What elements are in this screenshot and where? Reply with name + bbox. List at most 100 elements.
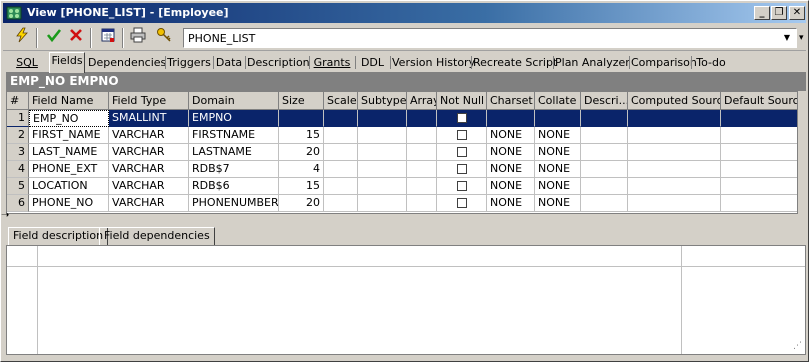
cell-field-type[interactable]: SMALLINT [109,110,189,127]
cell-default-source[interactable] [721,127,797,144]
tab-fields[interactable]: Fields [49,52,85,73]
cell-field-name[interactable]: LOCATION [29,178,109,195]
column-header-charset[interactable]: Charset [487,92,535,110]
cell-size[interactable]: 4 [279,161,324,178]
cell-field-type[interactable]: VARCHAR [109,195,189,212]
cell-field-name[interactable]: PHONE_EXT [29,161,109,178]
tab-sql[interactable]: SQL [9,54,45,72]
cell-domain[interactable]: PHONENUMBER [189,195,279,212]
cell-index[interactable]: 1 [7,110,29,127]
restore-button[interactable]: ❐ [771,6,787,20]
cell-computed-source[interactable] [628,195,721,212]
cell-array[interactable] [407,178,437,195]
cell-charset[interactable]: NONE [487,161,535,178]
cell-collate[interactable]: NONE [535,127,581,144]
title-bar[interactable]: View [PHONE_LIST] - [Employee] _ ❐ ✕ [3,3,806,23]
cell-domain[interactable]: EMPNO [189,110,279,127]
cell-collate[interactable] [535,110,581,127]
cell-collate[interactable]: NONE [535,178,581,195]
tab-description[interactable]: Description [246,54,310,72]
column-header-default-source[interactable]: Default Source [721,92,797,110]
cell-scale[interactable] [324,195,358,212]
not-null-checkbox[interactable] [457,113,467,123]
tab-version-history[interactable]: Version History [391,54,475,72]
column-header-collate[interactable]: Collate [535,92,581,110]
cell-subtype[interactable] [358,178,407,195]
splitter-handle[interactable]: ➝ [1,211,13,221]
cell-domain[interactable]: RDB$7 [189,161,279,178]
tab-dependencies[interactable]: Dependencies [87,54,166,72]
cell-field-type[interactable]: VARCHAR [109,127,189,144]
cell-field-name[interactable]: LAST_NAME [29,144,109,161]
toolbar-overflow-icon[interactable]: ▾ [799,33,804,43]
cell-computed-source[interactable] [628,178,721,195]
cell-computed-source[interactable] [628,144,721,161]
column-header-array[interactable]: Array [407,92,437,110]
tab-data[interactable]: Data [214,54,244,72]
cell-scale[interactable] [324,161,358,178]
cell-size[interactable]: 15 [279,127,324,144]
cell-scale[interactable] [324,178,358,195]
cell-not-null[interactable] [437,195,487,212]
cell-scale[interactable] [324,110,358,127]
cell-description[interactable] [581,110,628,127]
cell-field-type[interactable]: VARCHAR [109,178,189,195]
cell-description[interactable] [581,144,628,161]
tab-plan-analyzer[interactable]: Plan Analyzer [554,54,630,72]
field-description-editor[interactable]: ⋰ [6,245,806,355]
cell-default-source[interactable] [721,110,797,127]
cell-not-null[interactable] [437,144,487,161]
tab-field-description[interactable]: Field description [8,227,109,245]
cell-description[interactable] [581,127,628,144]
cell-subtype[interactable] [358,110,407,127]
column-header-index[interactable]: # [7,92,29,110]
cell-charset[interactable]: NONE [487,178,535,195]
cell-size[interactable]: 20 [279,144,324,161]
close-button[interactable]: ✕ [789,6,805,20]
cell-not-null[interactable] [437,110,487,127]
cell-computed-source[interactable] [628,161,721,178]
cell-collate[interactable]: NONE [535,195,581,212]
tab-grants[interactable]: Grants [310,54,354,72]
not-null-checkbox[interactable] [457,164,467,174]
cell-index[interactable]: 3 [7,144,29,161]
cell-field-name[interactable]: FIRST_NAME [29,127,109,144]
cell-index[interactable]: 4 [7,161,29,178]
lightning-icon[interactable] [11,27,33,49]
cell-array[interactable] [407,127,437,144]
not-null-checkbox[interactable] [457,130,467,140]
not-null-checkbox[interactable] [457,147,467,157]
cell-description[interactable] [581,161,628,178]
object-selector[interactable]: PHONE_LIST ▼ [183,28,797,48]
cell-subtype[interactable] [358,127,407,144]
tab-triggers[interactable]: Triggers [166,54,212,72]
cell-not-null[interactable] [437,127,487,144]
cell-charset[interactable] [487,110,535,127]
column-header-subtype[interactable]: Subtype [358,92,407,110]
tab-ddl[interactable]: DDL [356,54,389,72]
cell-index[interactable]: 6 [7,195,29,212]
column-header-not-null[interactable]: Not Null [437,92,487,110]
cell-field-name[interactable]: PHONE_NO [29,195,109,212]
column-header-description[interactable]: Descri... [581,92,628,110]
column-header-field-type[interactable]: Field Type [109,92,189,110]
not-null-checkbox[interactable] [457,198,467,208]
print-icon[interactable] [127,27,149,49]
cell-index[interactable]: 2 [7,127,29,144]
cell-default-source[interactable] [721,178,797,195]
cell-default-source[interactable] [721,144,797,161]
cell-scale[interactable] [324,144,358,161]
cell-charset[interactable]: NONE [487,144,535,161]
cell-size[interactable]: 15 [279,178,324,195]
cell-default-source[interactable] [721,161,797,178]
fields-grid[interactable]: # Field Name Field Type Domain Size Scal… [6,91,798,214]
check-icon[interactable] [43,27,65,49]
cell-subtype[interactable] [358,195,407,212]
cell-subtype[interactable] [358,144,407,161]
cell-domain[interactable]: LASTNAME [189,144,279,161]
cell-array[interactable] [407,161,437,178]
cell-field-name[interactable]: EMP_NO [29,110,109,127]
cell-scale[interactable] [324,127,358,144]
cell-field-type[interactable]: VARCHAR [109,144,189,161]
cell-subtype[interactable] [358,161,407,178]
